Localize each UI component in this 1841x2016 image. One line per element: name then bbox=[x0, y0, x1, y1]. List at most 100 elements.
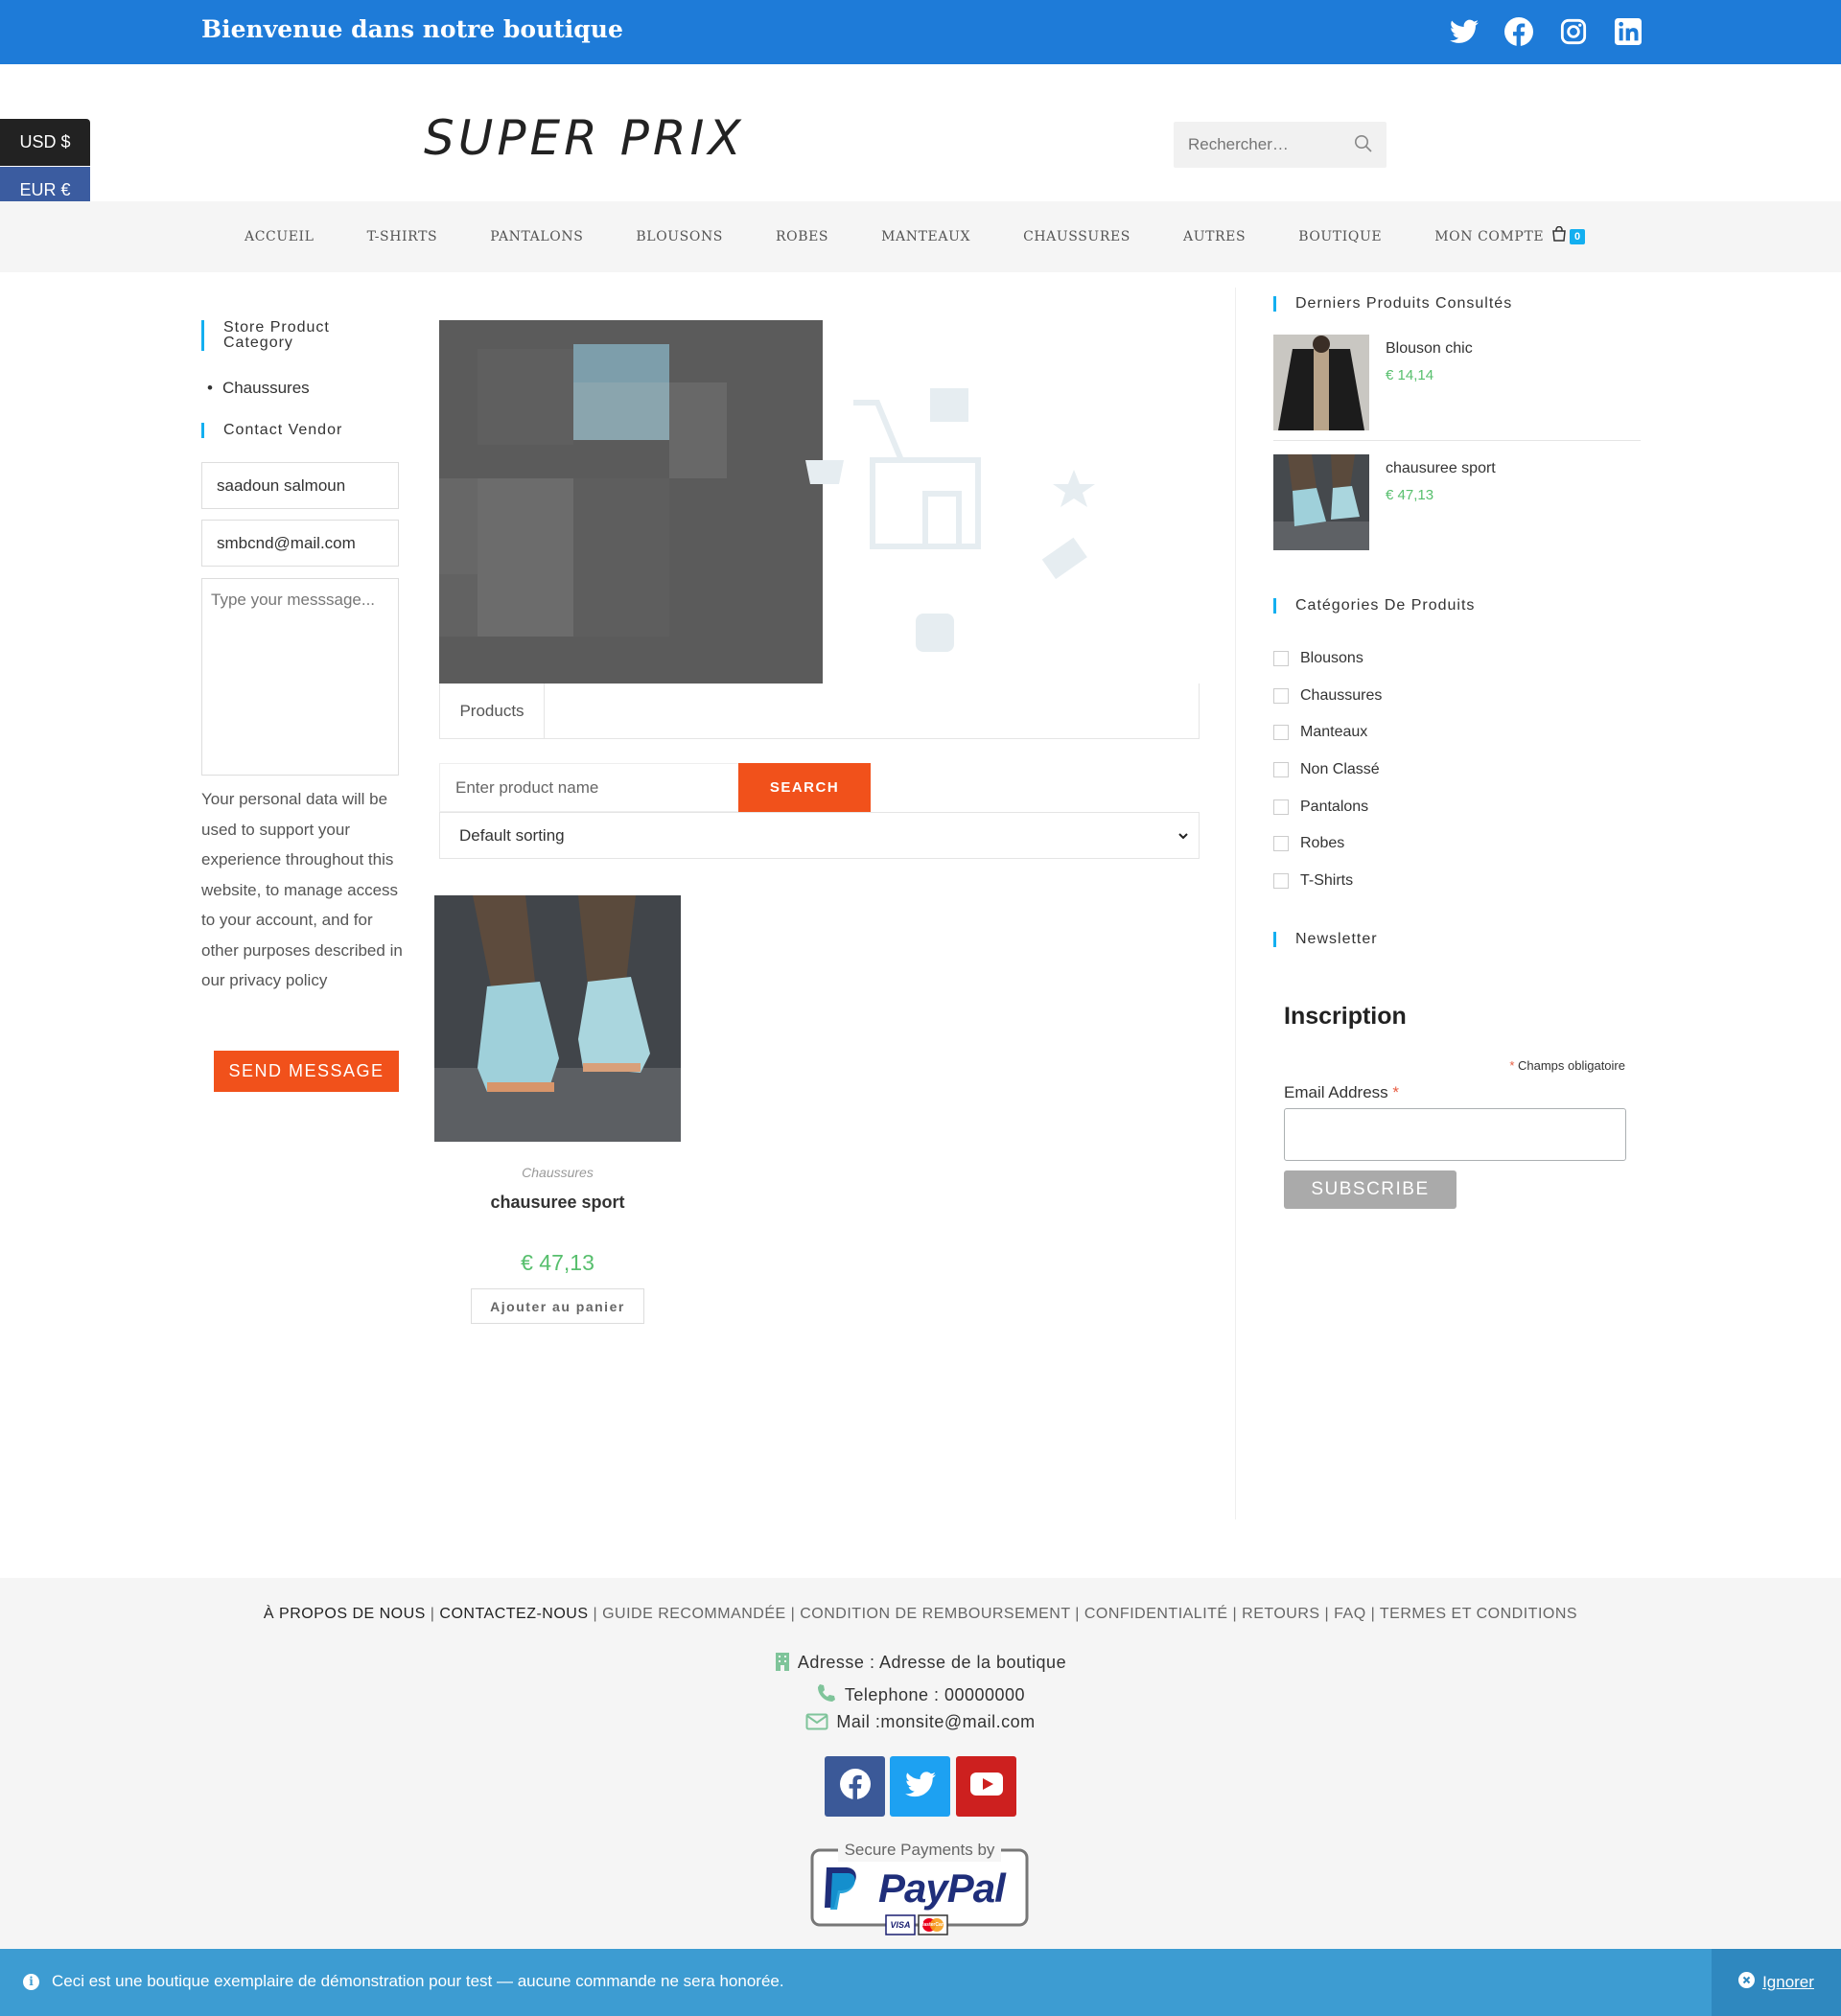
store-category-item[interactable]: Chaussures bbox=[207, 379, 310, 398]
store-tabs: Products bbox=[439, 684, 1200, 739]
subscribe-button[interactable]: SUBSCRIBE bbox=[1284, 1170, 1456, 1209]
demo-store-notice: i Ceci est une boutique exemplaire de dé… bbox=[0, 1949, 1841, 2016]
site-logo[interactable]: SUPER PRIX bbox=[424, 110, 745, 166]
recent-product-price: € 47,13 bbox=[1386, 487, 1434, 503]
footer-link-faq[interactable]: FAQ bbox=[1334, 1606, 1366, 1622]
recent-product-name[interactable]: chausuree sport bbox=[1386, 460, 1496, 477]
instagram-icon[interactable] bbox=[1559, 17, 1588, 46]
newsletter-email-input[interactable] bbox=[1284, 1108, 1626, 1161]
newsletter-title: Newsletter bbox=[1273, 932, 1378, 947]
vendor-name-field[interactable]: saadoun salmoun bbox=[201, 462, 399, 509]
paypal-logo-text: PayPal bbox=[878, 1865, 1006, 1911]
sorting-select[interactable]: Default sorting bbox=[439, 812, 1200, 859]
nav-item-mon-compte[interactable]: MON COMPTE bbox=[1434, 229, 1544, 244]
currency-usd-button[interactable]: USD $ bbox=[0, 119, 90, 166]
nav-item-pantalons[interactable]: PANTALONS bbox=[490, 229, 583, 244]
footer-link-terms[interactable]: TERMES ET CONDITIONS bbox=[1380, 1606, 1577, 1622]
tab-products[interactable]: Products bbox=[440, 684, 545, 738]
shopping-bag-icon bbox=[1551, 225, 1567, 246]
category-filter-item[interactable]: Blousons bbox=[1273, 640, 1382, 678]
privacy-notice: Your personal data will be used to suppo… bbox=[201, 790, 403, 989]
site-search-input[interactable] bbox=[1174, 122, 1337, 168]
top-bar: Bienvenue dans notre boutique bbox=[0, 0, 1841, 64]
cart-button[interactable]: 0 bbox=[1551, 225, 1586, 246]
product-category[interactable]: Chaussures bbox=[434, 1165, 681, 1180]
footer-link-guide[interactable]: GUIDE RECOMMANDÉE bbox=[602, 1606, 786, 1622]
checkbox[interactable] bbox=[1273, 651, 1289, 667]
product-search-input[interactable]: Enter product name bbox=[439, 763, 738, 812]
footer-twitter-button[interactable] bbox=[890, 1756, 950, 1817]
nav-item-blousons[interactable]: BLOUSONS bbox=[636, 229, 723, 244]
checkbox[interactable] bbox=[1273, 836, 1289, 852]
product-title[interactable]: chausuree sport bbox=[434, 1193, 681, 1213]
required-note: * Champs obligatoire bbox=[1509, 1058, 1625, 1073]
footer-link-privacy[interactable]: CONFIDENTIALITÉ bbox=[1084, 1606, 1228, 1622]
youtube-icon bbox=[969, 1773, 1003, 1800]
nav-item-manteaux[interactable]: MANTEAUX bbox=[881, 229, 970, 244]
footer-link-contact[interactable]: CONTACTEZ-NOUS bbox=[439, 1606, 588, 1622]
chevron-down-icon bbox=[1174, 826, 1193, 850]
facebook-icon[interactable] bbox=[1504, 17, 1533, 46]
nav-item-boutique[interactable]: BOUTIQUE bbox=[1298, 229, 1382, 244]
nav-item-t-shirts[interactable]: T-SHIRTS bbox=[367, 229, 438, 244]
product-image[interactable] bbox=[434, 895, 681, 1142]
checkbox[interactable] bbox=[1273, 725, 1289, 741]
recent-product-thumb[interactable] bbox=[1273, 454, 1369, 550]
nav-item-robes[interactable]: ROBES bbox=[776, 229, 828, 244]
site-search bbox=[1174, 122, 1387, 168]
nav-item-autres[interactable]: AUTRES bbox=[1183, 229, 1246, 244]
vendor-message-field[interactable]: Type your messsage... bbox=[201, 578, 399, 776]
dismiss-notice-button[interactable]: Ignorer bbox=[1712, 1949, 1841, 2016]
dismiss-label: Ignorer bbox=[1762, 1973, 1814, 1991]
footer-mail: Mail :monsite@mail.com bbox=[0, 1712, 1841, 1735]
mastercard-label: MasterCard bbox=[920, 1922, 946, 1928]
close-icon bbox=[1738, 1972, 1756, 1993]
linkedin-icon[interactable] bbox=[1614, 17, 1643, 46]
visa-card-label: VISA bbox=[890, 1920, 911, 1930]
checkbox[interactable] bbox=[1273, 872, 1289, 889]
recent-products-title: Derniers Produits Consultés bbox=[1273, 296, 1512, 312]
category-filter-item[interactable]: Pantalons bbox=[1273, 788, 1382, 825]
welcome-text: Bienvenue dans notre boutique bbox=[201, 15, 623, 43]
category-label: Non Classé bbox=[1300, 761, 1380, 778]
category-filter-item[interactable]: Manteaux bbox=[1273, 714, 1382, 752]
newsletter-email-label: Email Address * bbox=[1284, 1083, 1400, 1101]
recent-product-thumb[interactable] bbox=[1273, 335, 1369, 430]
footer-address: Adresse : Adresse de la boutique bbox=[0, 1652, 1841, 1676]
footer-link-about[interactable]: À PROPOS DE NOUS bbox=[264, 1606, 426, 1622]
category-filter-item[interactable]: Chaussures bbox=[1273, 678, 1382, 715]
add-to-cart-button[interactable]: Ajouter au panier bbox=[471, 1288, 644, 1324]
nav-item-accueil[interactable]: ACCUEIL bbox=[245, 229, 315, 244]
twitter-icon[interactable] bbox=[1450, 17, 1479, 46]
category-label: T-Shirts bbox=[1300, 871, 1354, 889]
checkbox[interactable] bbox=[1273, 687, 1289, 704]
category-filter-item[interactable]: T-Shirts bbox=[1273, 863, 1382, 900]
paypal-secure-badge: Secure Payments by PayPal VISA MasterCar… bbox=[809, 1839, 1030, 1938]
recent-separator bbox=[1273, 440, 1641, 441]
nav-item-chaussures[interactable]: CHAUSSURES bbox=[1023, 229, 1130, 244]
phone-icon bbox=[816, 1682, 837, 1708]
footer-facebook-button[interactable] bbox=[825, 1756, 885, 1817]
checkbox[interactable] bbox=[1273, 799, 1289, 815]
footer-links: À PROPOS DE NOUS | CONTACTEZ-NOUS | GUID… bbox=[263, 1606, 1578, 1622]
checkbox[interactable] bbox=[1273, 762, 1289, 778]
building-icon bbox=[775, 1652, 790, 1676]
info-icon: i bbox=[23, 1973, 39, 1990]
footer-youtube-button[interactable] bbox=[956, 1756, 1016, 1817]
category-filter-item[interactable]: Non Classé bbox=[1273, 752, 1382, 789]
search-icon[interactable] bbox=[1354, 134, 1373, 158]
category-filter-item[interactable]: Robes bbox=[1273, 825, 1382, 863]
footer-link-refund[interactable]: CONDITION DE REMBOURSEMENT bbox=[800, 1606, 1070, 1622]
envelope-icon bbox=[805, 1713, 828, 1735]
cart-count-badge: 0 bbox=[1570, 228, 1586, 244]
category-label: Manteaux bbox=[1300, 724, 1368, 741]
sidebar-divider bbox=[1235, 288, 1236, 1519]
footer-phone: Telephone : 00000000 bbox=[0, 1682, 1841, 1708]
footer-link-returns[interactable]: RETOURS bbox=[1242, 1606, 1319, 1622]
send-message-button[interactable]: SEND MESSAGE bbox=[214, 1051, 399, 1092]
recent-product-name[interactable]: Blouson chic bbox=[1386, 340, 1473, 358]
product-search-button[interactable]: SEARCH bbox=[738, 763, 871, 812]
vendor-email-field[interactable]: smbcnd@mail.com bbox=[201, 520, 399, 567]
demo-notice-text: i Ceci est une boutique exemplaire de dé… bbox=[23, 1972, 784, 1991]
product-price: € 47,13 bbox=[521, 1250, 594, 1275]
